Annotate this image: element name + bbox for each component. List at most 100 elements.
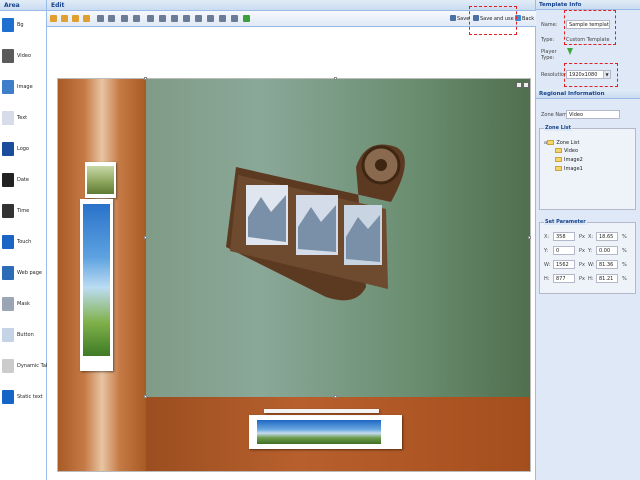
align-center-icon[interactable] bbox=[61, 15, 68, 22]
save-button[interactable]: Save bbox=[450, 15, 469, 23]
folder-icon bbox=[547, 140, 555, 145]
area-item-bg[interactable]: Bg bbox=[2, 18, 46, 42]
area-item-button[interactable]: Button bbox=[2, 328, 46, 352]
tree-item-video[interactable]: Video bbox=[555, 148, 578, 155]
param-px-input[interactable]: 877 bbox=[553, 274, 575, 283]
same-height-icon[interactable] bbox=[159, 15, 166, 22]
param-pct-label: H: bbox=[588, 276, 594, 282]
layout-canvas[interactable] bbox=[57, 77, 531, 472]
folder-icon bbox=[555, 157, 562, 162]
align-top-icon[interactable] bbox=[83, 15, 90, 22]
param-pct-input[interactable]: 18.65 bbox=[596, 232, 618, 241]
table-icon bbox=[2, 359, 14, 373]
globe-icon bbox=[2, 266, 14, 280]
film-icon bbox=[2, 49, 14, 63]
align-bottom-icon[interactable] bbox=[108, 15, 115, 22]
zone-image1[interactable] bbox=[58, 79, 146, 471]
area-item-label: Button bbox=[17, 332, 34, 338]
area-item-video[interactable]: Video bbox=[2, 49, 46, 73]
param-px-input[interactable]: 1562 bbox=[553, 260, 575, 269]
area-item-label: Bg bbox=[17, 22, 24, 28]
resize-handle-bc[interactable] bbox=[334, 395, 337, 398]
param-px-input[interactable]: 0 bbox=[553, 246, 575, 255]
tree-root[interactable]: ⊟ Zone List bbox=[544, 139, 579, 146]
param-pct-label: W: bbox=[588, 262, 595, 268]
param-pct-input[interactable]: 0.00 bbox=[596, 246, 618, 255]
param-pct-label: Y: bbox=[588, 248, 593, 254]
resize-handle-tc[interactable] bbox=[334, 77, 337, 80]
film-reel-icon bbox=[226, 144, 405, 301]
area-item-time[interactable]: Time bbox=[2, 204, 46, 228]
area-item-label: Image bbox=[17, 84, 33, 90]
send-back-icon[interactable] bbox=[207, 15, 214, 22]
zone-image-bottom[interactable] bbox=[146, 397, 530, 471]
area-item-label: Text bbox=[17, 115, 28, 121]
param-px-unit: Px bbox=[579, 276, 585, 282]
copy-icon[interactable] bbox=[219, 15, 226, 22]
zone-close-icon[interactable] bbox=[523, 82, 529, 88]
bring-front-icon[interactable] bbox=[195, 15, 202, 22]
edit-toolbar: Save Save and use Back bbox=[47, 11, 536, 27]
align-left-icon[interactable] bbox=[50, 15, 57, 22]
calendar-icon bbox=[2, 173, 14, 187]
area-item-logo[interactable]: Logo bbox=[2, 142, 46, 166]
player-type-label: Player Type: bbox=[541, 49, 557, 61]
area-item-dynamic-table[interactable]: Dynamic Table bbox=[2, 359, 54, 383]
param-pct-input[interactable]: 81.21 bbox=[596, 274, 618, 283]
same-size-icon[interactable] bbox=[171, 15, 178, 22]
param-pct-input[interactable]: 81.36 bbox=[596, 260, 618, 269]
area-item-label: Touch bbox=[17, 239, 32, 245]
fullscreen-icon[interactable] bbox=[243, 15, 250, 22]
paste-icon[interactable] bbox=[231, 15, 238, 22]
area-item-label: Static text bbox=[17, 394, 43, 400]
zone-minimize-icon[interactable] bbox=[516, 82, 522, 88]
edit-panel: Edit Save Save and use Back bbox=[47, 0, 536, 480]
folder-icon bbox=[555, 166, 562, 171]
set-parameter-title: Set Parameter bbox=[544, 219, 587, 225]
highlight-resolution bbox=[564, 63, 618, 87]
resize-handle-bl[interactable] bbox=[144, 395, 147, 398]
area-item-image[interactable]: Image bbox=[2, 80, 46, 104]
area-item-label: Time bbox=[17, 208, 30, 214]
area-panel: Area Bg Video Image Text Logo Date Time Touch We… bbox=[0, 0, 54, 480]
resize-handle-ml[interactable] bbox=[144, 236, 147, 239]
button-icon bbox=[2, 328, 14, 342]
tree-item-image2[interactable]: Image2 bbox=[555, 157, 583, 164]
resize-handle-mr[interactable] bbox=[528, 236, 531, 239]
area-item-label: Web page bbox=[17, 270, 42, 276]
grid-icon[interactable] bbox=[183, 15, 190, 22]
regional-info-title: Regional Information bbox=[536, 89, 640, 99]
name-label: Name: bbox=[541, 22, 558, 28]
touch-icon bbox=[2, 235, 14, 249]
param-pct-unit: % bbox=[622, 248, 627, 254]
resize-handle-tl[interactable] bbox=[144, 77, 147, 80]
bottom-photo bbox=[249, 415, 402, 449]
distribute-vertical-icon[interactable] bbox=[133, 15, 140, 22]
text-icon bbox=[2, 111, 14, 125]
area-item-date[interactable]: Date bbox=[2, 173, 46, 197]
folder-icon bbox=[555, 148, 562, 153]
save-icon bbox=[450, 15, 456, 21]
param-px-input[interactable]: 358 bbox=[553, 232, 575, 241]
image-icon bbox=[2, 80, 14, 94]
set-parameter-fieldset: Set Parameter X: 358 Px X: 18.65% Y: 0 Px Y: 0.00… bbox=[539, 219, 636, 294]
param-px-label: X: bbox=[544, 234, 550, 240]
tree-item-image1[interactable]: Image1 bbox=[555, 166, 583, 173]
area-item-static-text[interactable]: Static text bbox=[2, 390, 46, 414]
area-item-web-page[interactable]: Web page bbox=[2, 266, 46, 290]
same-width-icon[interactable] bbox=[147, 15, 154, 22]
area-item-mask[interactable]: Mask bbox=[2, 297, 46, 321]
mask-icon bbox=[2, 297, 14, 311]
param-px-unit: Px bbox=[579, 234, 585, 240]
distribute-horizontal-icon[interactable] bbox=[121, 15, 128, 22]
zone-video[interactable] bbox=[146, 79, 530, 397]
area-item-touch[interactable]: Touch bbox=[2, 235, 46, 259]
back-button[interactable]: Back bbox=[515, 15, 534, 23]
area-item-text[interactable]: Text bbox=[2, 111, 46, 135]
logo-icon bbox=[2, 142, 14, 156]
zone-name-input[interactable]: Video bbox=[566, 110, 620, 119]
area-item-label: Mask bbox=[17, 301, 30, 307]
align-right-icon[interactable] bbox=[72, 15, 79, 22]
template-info-title: Template Info bbox=[536, 0, 640, 10]
align-middle-icon[interactable] bbox=[97, 15, 104, 22]
